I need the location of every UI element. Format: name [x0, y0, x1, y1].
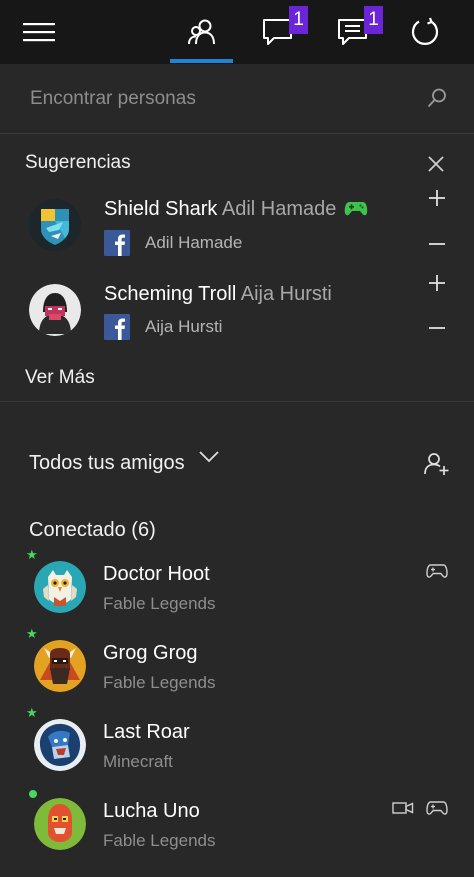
friend-name: Lucha Uno — [103, 800, 200, 822]
suggestion-item[interactable]: Scheming Troll Aija Hursti Aija Hursti — [0, 275, 474, 363]
search-bar — [0, 64, 474, 134]
last-roar-avatar-icon — [34, 719, 86, 771]
dismiss-minus-icon[interactable] — [428, 319, 446, 337]
facebook-name: Adil Hamade — [145, 233, 243, 252]
grog-grog-avatar-icon — [34, 640, 86, 692]
suggestion-name: Scheming Troll Aija Hursti — [104, 283, 332, 306]
friend-activity: Fable Legends — [103, 673, 216, 692]
lucha-uno-avatar-icon — [34, 798, 86, 850]
avatar — [34, 798, 86, 850]
hamburger-icon — [23, 23, 55, 42]
activity-badge: 1 — [364, 6, 383, 34]
friend-item[interactable]: Lucha Uno Fable Legends — [0, 790, 474, 877]
facebook-row: Adil Hamade — [104, 230, 242, 256]
friends-icon — [187, 19, 215, 45]
facebook-name: Aija Hursti — [145, 317, 223, 336]
friend-activity: Fable Legends — [103, 831, 216, 850]
facebook-row: Aija Hursti — [104, 314, 222, 340]
real-name: Aija Hursti — [240, 283, 332, 305]
add-friend-plus-icon[interactable] — [428, 189, 446, 207]
favorite-star-icon: ★ — [26, 547, 38, 562]
suggestions-title: Sugerencias — [25, 152, 131, 173]
refresh-icon — [411, 17, 439, 45]
suggestion-item[interactable]: Shield Shark Adil Hamade Adil Hamade — [0, 190, 474, 278]
tab-friends[interactable] — [170, 0, 233, 64]
suggestions-section: Sugerencias Shield Shark Adil Hamade Adi… — [0, 134, 474, 402]
messages-badge: 1 — [289, 6, 308, 34]
controller-icon — [344, 202, 368, 216]
friend-activity: Fable Legends — [103, 594, 216, 613]
friend-item[interactable]: ★ Grog Grog Fable Legends — [0, 626, 474, 719]
friends-filter-bar: Todos tus amigos — [0, 402, 474, 512]
gamertag: Scheming Troll — [104, 283, 237, 305]
avatar — [34, 640, 86, 692]
top-bar: 1 1 — [0, 0, 474, 64]
controller-icon — [426, 564, 448, 578]
facebook-icon — [104, 314, 130, 340]
doctor-hoot-avatar-icon — [34, 561, 86, 613]
shield-shark-avatar-icon — [29, 199, 81, 251]
see-more-link[interactable]: Ver Más — [25, 367, 95, 389]
close-icon[interactable] — [426, 154, 446, 174]
friends-filter-dropdown[interactable]: Todos tus amigos — [29, 452, 185, 475]
friend-item[interactable]: ★ Doctor Hoot Fable Legends — [0, 547, 474, 640]
video-camera-icon — [392, 802, 414, 814]
dismiss-minus-icon[interactable] — [428, 235, 446, 253]
favorite-star-icon: ★ — [26, 626, 38, 641]
search-icon[interactable] — [426, 87, 448, 109]
gamertag: Shield Shark — [104, 198, 218, 220]
friend-item[interactable]: ★ Last Roar Minecraft — [0, 705, 474, 798]
hamburger-menu-button[interactable] — [18, 0, 60, 64]
friend-activity: Minecraft — [103, 752, 173, 771]
avatar — [29, 284, 81, 336]
add-friend-icon[interactable] — [424, 452, 450, 476]
friend-name: Grog Grog — [103, 642, 198, 664]
friend-name: Doctor Hoot — [103, 563, 210, 585]
scheming-troll-avatar-icon — [29, 284, 81, 336]
favorite-star-icon: ★ — [26, 705, 38, 720]
add-friend-plus-icon[interactable] — [428, 274, 446, 292]
chevron-down-icon[interactable] — [198, 450, 220, 464]
avatar — [34, 719, 86, 771]
active-tab-indicator — [170, 59, 233, 63]
refresh-button[interactable] — [405, 0, 445, 64]
facebook-icon — [104, 230, 130, 256]
search-input[interactable] — [30, 84, 410, 114]
controller-icon — [426, 801, 448, 815]
real-name: Adil Hamade — [221, 198, 337, 220]
online-section-header: Conectado (6) — [29, 519, 156, 541]
suggestion-name: Shield Shark Adil Hamade — [104, 198, 368, 221]
online-status-dot — [29, 790, 37, 798]
avatar — [29, 199, 81, 251]
friend-name: Last Roar — [103, 721, 190, 743]
avatar — [34, 561, 86, 613]
